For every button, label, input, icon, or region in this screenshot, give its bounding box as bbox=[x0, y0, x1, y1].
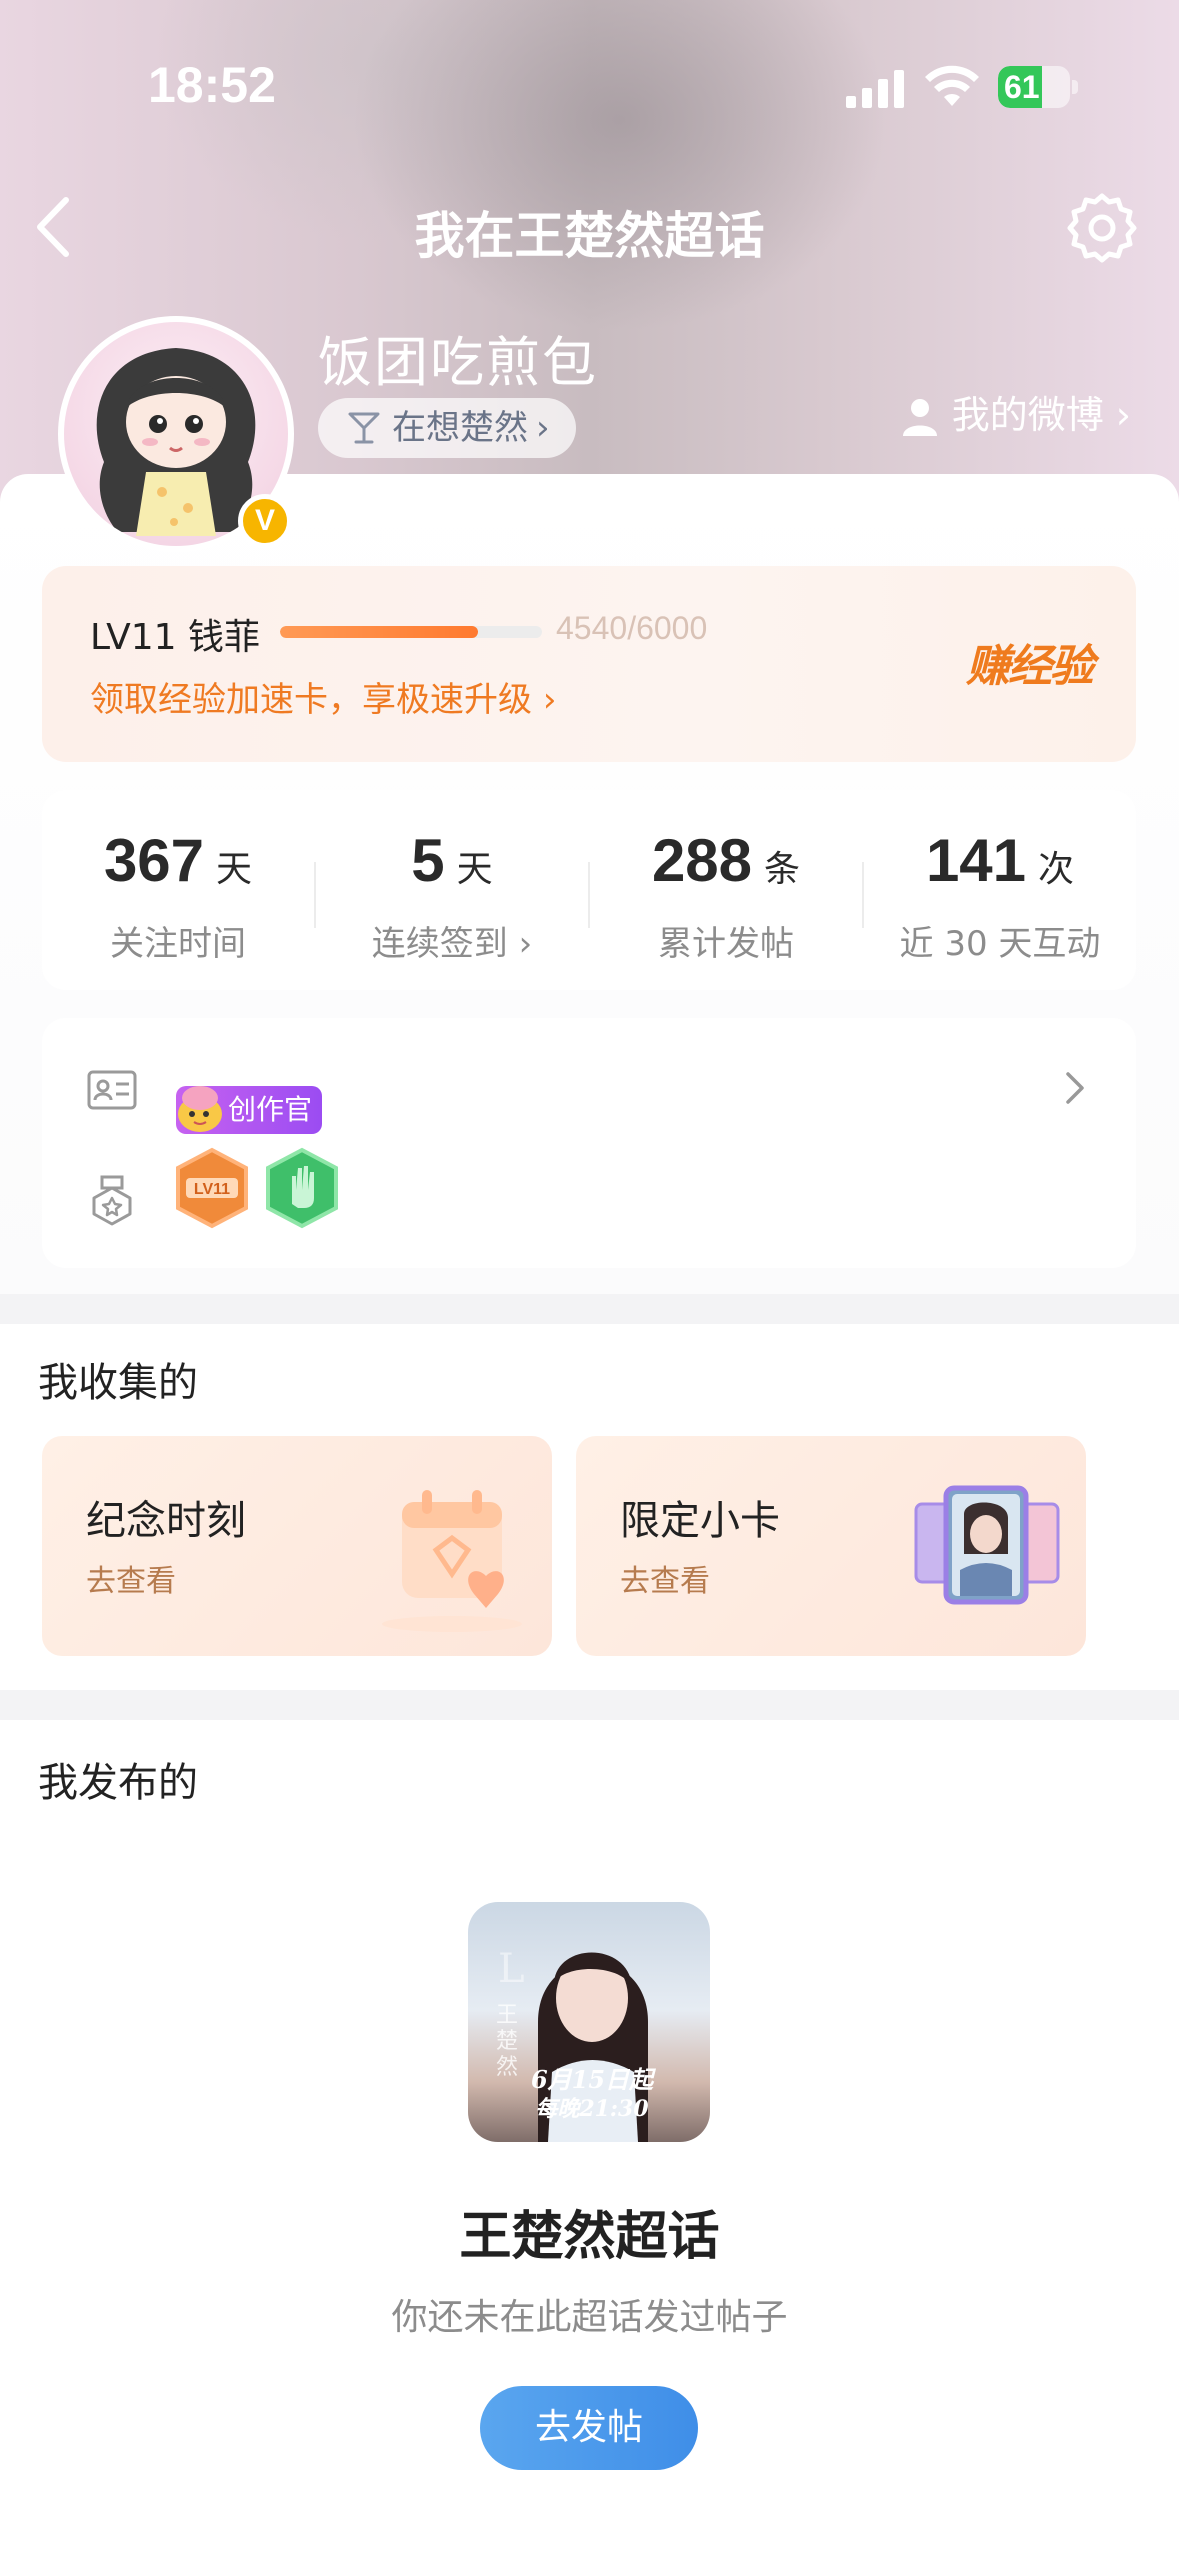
stat-value: 367 bbox=[103, 827, 205, 894]
status-pill[interactable]: 在想楚然 › bbox=[318, 398, 576, 458]
creator-mascot-icon bbox=[178, 1086, 222, 1132]
level-progress-fill bbox=[280, 626, 479, 638]
my-weibo-chevron: › bbox=[1115, 393, 1131, 437]
stat-value: 5 bbox=[411, 827, 445, 894]
status-bar: 18:52 61 bbox=[0, 0, 1179, 170]
photo-cards-icon bbox=[914, 1485, 1060, 1605]
section-divider bbox=[0, 1690, 1179, 1720]
status-time: 18:52 bbox=[148, 57, 276, 113]
published-section-title: 我发布的 bbox=[38, 1760, 198, 1806]
stat-checkin-streak[interactable]: 5天 连续签到 › bbox=[316, 790, 588, 990]
username: 饭团吃煎包 bbox=[318, 331, 598, 394]
stat-label: 关注时间 bbox=[110, 924, 246, 964]
my-weibo-link[interactable]: 我的微博 › bbox=[900, 390, 1131, 440]
status-text: 在想楚然 bbox=[392, 408, 528, 448]
svg-text:楚: 楚 bbox=[496, 2029, 518, 2054]
battery-charging-icon: 61 bbox=[998, 66, 1078, 108]
id-card-icon bbox=[87, 1070, 137, 1110]
card-subtitle: 去查看 bbox=[620, 1564, 710, 1599]
memorial-moments-card[interactable]: 纪念时刻 去查看 bbox=[42, 1436, 552, 1656]
stat-value: 141 bbox=[925, 827, 1027, 894]
card-subtitle: 去查看 bbox=[86, 1564, 176, 1599]
level-progress-bar bbox=[280, 626, 542, 638]
level-progress-text: 4540/6000 bbox=[556, 610, 708, 646]
verified-badge: V bbox=[238, 494, 292, 548]
topic-cover-image[interactable]: L 王 楚 然 6月15日起 每晚21:30 bbox=[468, 1902, 710, 2142]
creator-tag-label: 创作官 bbox=[228, 1093, 313, 1126]
stat-label: 累计发帖 bbox=[658, 924, 794, 964]
earn-exp-button[interactable]: 赚经验 bbox=[966, 630, 1094, 694]
stat-unit: 条 bbox=[764, 849, 801, 890]
stat-total-posts: 288 条 累计发帖 bbox=[590, 790, 862, 990]
calendar-heart-icon bbox=[382, 1490, 522, 1632]
svg-text:然: 然 bbox=[496, 2055, 518, 2080]
stat-interactions: 141 次 近 30 天互动 bbox=[864, 790, 1136, 990]
stat-unit: 天 bbox=[216, 849, 253, 890]
collected-section-title: 我收集的 bbox=[38, 1360, 198, 1406]
gear-icon[interactable] bbox=[1066, 192, 1138, 264]
stat-unit: 次 bbox=[1038, 849, 1075, 890]
stat-follow-days: 367 天 关注时间 bbox=[42, 790, 314, 990]
empty-state-text: 你还未在此超话发过帖子 bbox=[391, 2297, 788, 2338]
svg-text:L: L bbox=[498, 1946, 525, 1992]
post-button[interactable]: 去发帖 bbox=[480, 2386, 698, 2470]
level-promo-text: 领取经验加速卡，享极速升级 bbox=[90, 680, 532, 720]
topic-cover-illustration: L 王 楚 然 6月15日起 每晚21:30 bbox=[496, 1946, 657, 2142]
creator-row[interactable]: 创作官 bbox=[42, 1038, 1136, 1138]
stats-card: 367 天 关注时间 5天 连续签到 › 288 条 累计发帖 141 次 近 30 … bbox=[42, 790, 1136, 990]
stat-unit: 天 bbox=[456, 849, 493, 890]
card-title: 限定小卡 bbox=[620, 1498, 780, 1544]
badge-card: 创作官 bbox=[42, 1018, 1136, 1268]
level-card[interactable]: LV11 钱菲 4540/6000 领取经验加速卡，享极速升级 › 赚经验 bbox=[42, 566, 1136, 762]
cocktail-icon bbox=[348, 412, 380, 444]
poster-date-text: 6月15日起 bbox=[531, 2065, 657, 2094]
topic-name: 王楚然超话 bbox=[459, 2207, 720, 2267]
my-weibo-label: 我的微博 bbox=[951, 393, 1104, 437]
medal-outline-icon bbox=[92, 1175, 132, 1226]
level-promo-chevron: › bbox=[542, 680, 557, 720]
stat-label: 近 30 天互动 bbox=[899, 924, 1101, 964]
medal-level-text: LV11 bbox=[194, 1181, 230, 1198]
wifi-icon bbox=[925, 65, 979, 106]
creator-tag: 创作官 bbox=[176, 1086, 323, 1134]
battery-text: 61 bbox=[1004, 69, 1040, 105]
level-promo-link[interactable]: 领取经验加速卡，享极速升级 › bbox=[90, 672, 556, 721]
hand-medal-icon[interactable] bbox=[264, 1146, 340, 1230]
chevron-right-icon bbox=[1066, 1072, 1084, 1104]
card-title: 纪念时刻 bbox=[86, 1498, 246, 1544]
stat-label: 连续签到 › bbox=[371, 924, 533, 964]
svg-text:王: 王 bbox=[496, 2003, 518, 2028]
level-label: LV11 钱菲 bbox=[90, 617, 260, 658]
signal-icon bbox=[846, 70, 904, 108]
person-icon bbox=[902, 399, 937, 436]
poster-time-text: 每晚21:30 bbox=[535, 2096, 649, 2122]
page-title: 我在王楚然超话 bbox=[414, 207, 765, 265]
section-divider bbox=[0, 1294, 1179, 1324]
limited-cards-card[interactable]: 限定小卡 去查看 bbox=[576, 1436, 1086, 1656]
status-chevron: › bbox=[536, 408, 550, 448]
stat-value: 288 bbox=[651, 827, 753, 894]
level-medal-icon[interactable]: LV11 bbox=[174, 1146, 250, 1230]
